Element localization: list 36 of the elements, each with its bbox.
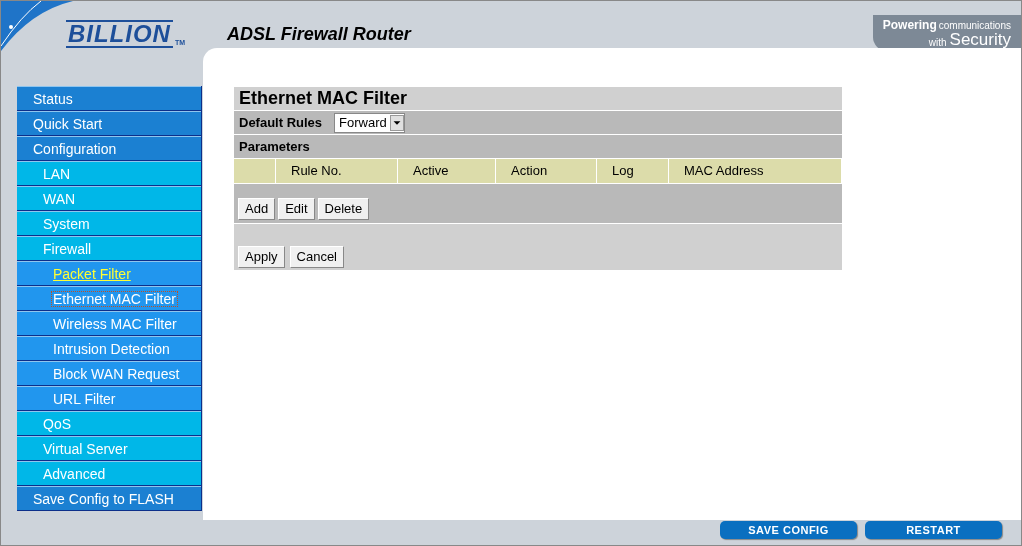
sidebar-item[interactable]: Packet Filter [17,261,201,286]
slogan: Powering communications with Security [872,15,1021,51]
sidebar-item[interactable]: Configuration [17,136,201,161]
sidebar-item[interactable]: Ethernet MAC Filter [17,286,201,311]
sidebar-item[interactable]: Save Config to FLASH [17,486,201,511]
column-header: Active [398,159,496,183]
sidebar-item[interactable]: URL Filter [17,386,201,411]
column-header: MAC Address [669,159,842,183]
sidebar-item[interactable]: Virtual Server [17,436,201,461]
action-button[interactable]: Delete [317,198,370,220]
form-button[interactable]: Cancel [289,246,344,268]
column-header: Rule No. [276,159,398,183]
action-button[interactable]: Edit [278,198,315,220]
column-header: Log [597,159,669,183]
field-label: Default Rules [239,113,323,132]
default-rules-dropdown[interactable]: Forward [334,112,405,133]
brand-logo: BILLION [65,20,173,48]
sidebar-item[interactable]: Block WAN Request [17,361,201,386]
column-header: Action [496,159,597,183]
sidebar-item[interactable]: Quick Start [17,111,201,136]
sidebar-item[interactable]: Intrusion Detection [17,336,201,361]
page-title: Ethernet MAC Filter [239,87,407,110]
sidebar-item[interactable]: QoS [17,411,201,436]
sidebar-item[interactable]: Firewall [17,236,201,261]
section-label: Parameters [239,137,310,156]
sidebar-item[interactable]: Status [17,86,201,111]
form-button[interactable]: Apply [238,246,285,268]
footer-button[interactable]: SAVE CONFIG [720,521,857,539]
action-button[interactable]: Add [238,198,276,220]
sidebar-item[interactable]: Advanced [17,461,201,486]
footer-button[interactable]: RESTART [865,521,1002,539]
sidebar-item[interactable]: WAN [17,186,201,211]
sidebar-item[interactable]: LAN [17,161,201,186]
sidebar-item[interactable]: Wireless MAC Filter [17,311,201,336]
sidebar-item[interactable]: System [17,211,201,236]
window-title: ADSL Firewall Router [227,24,411,44]
